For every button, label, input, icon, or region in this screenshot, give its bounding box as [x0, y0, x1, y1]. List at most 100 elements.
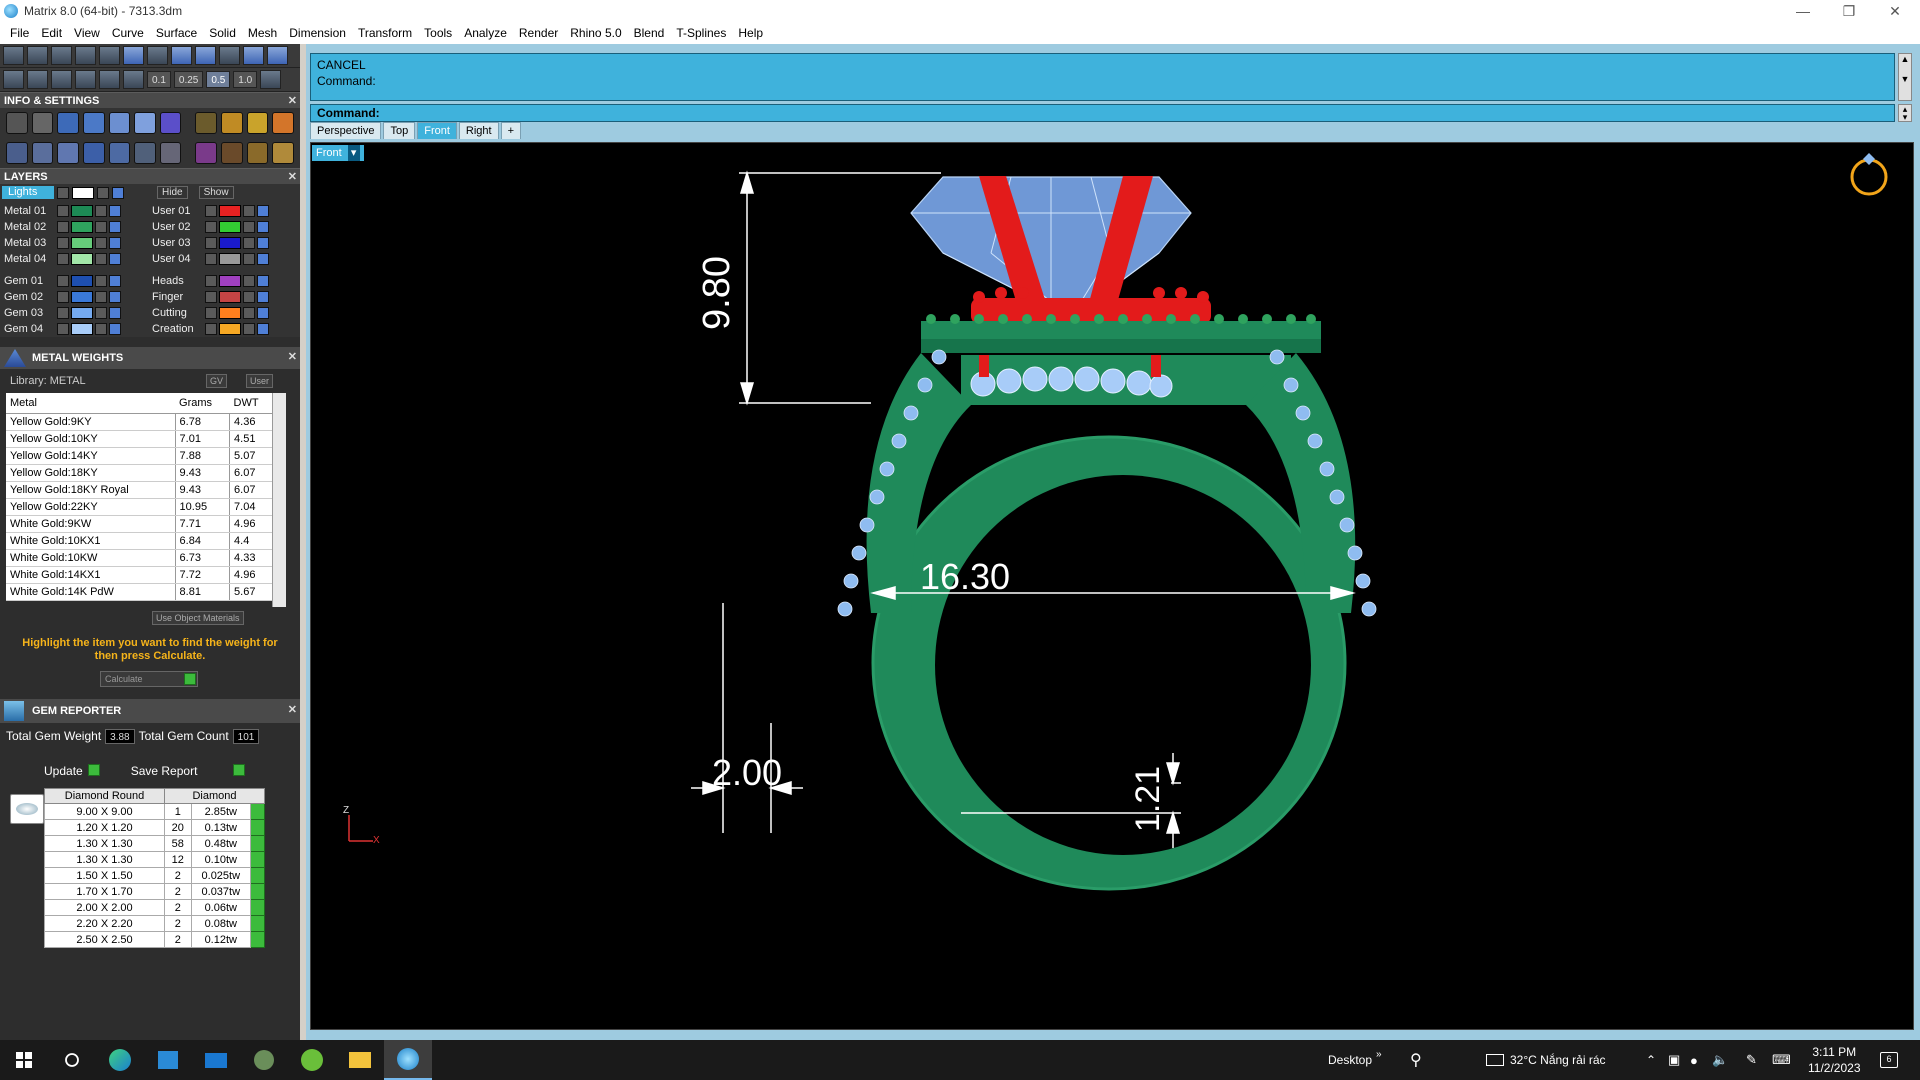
- center-diamond[interactable]: [910, 176, 1192, 319]
- snap-value-4[interactable]: 1.0: [233, 71, 258, 88]
- menu-item-t-splines[interactable]: T-Splines: [670, 26, 732, 40]
- browser-icon[interactable]: [288, 1040, 336, 1080]
- store-icon[interactable]: [144, 1040, 192, 1080]
- visibility-icon[interactable]: [257, 221, 269, 233]
- expand-icon[interactable]: [205, 205, 217, 217]
- tool-button[interactable]: [267, 46, 288, 65]
- layer-row[interactable]: Gem 04: [2, 321, 150, 337]
- metal-row[interactable]: White Gold:14K PdW 8.81 5.67: [6, 583, 274, 601]
- expand-icon[interactable]: [205, 323, 217, 335]
- layer-color-swatch[interactable]: [71, 307, 93, 319]
- gem-row[interactable]: 1.70 X 1.70 2 0.037tw: [44, 883, 265, 900]
- gem-row[interactable]: 2.50 X 2.50 2 0.12tw: [44, 931, 265, 948]
- tool-button[interactable]: [243, 46, 264, 65]
- snap-value-1[interactable]: 0.1: [147, 71, 171, 88]
- layer-row[interactable]: Cutting: [150, 305, 298, 321]
- matrix-taskbar-icon[interactable]: [384, 1040, 432, 1080]
- tool-button[interactable]: [123, 46, 144, 65]
- close-icon[interactable]: ✕: [288, 703, 297, 716]
- document-icon[interactable]: [108, 112, 131, 134]
- tool-button[interactable]: [75, 70, 96, 89]
- snap-value-2[interactable]: 0.25: [173, 71, 204, 88]
- layer-color-swatch[interactable]: [219, 205, 241, 217]
- menu-item-dimension[interactable]: Dimension: [283, 26, 352, 40]
- tool-button[interactable]: [147, 46, 168, 65]
- visibility-icon[interactable]: [109, 205, 121, 217]
- layer-row[interactable]: User 03: [150, 235, 298, 251]
- gem-row[interactable]: 1.30 X 1.30 58 0.48tw: [44, 835, 265, 852]
- close-icon[interactable]: ✕: [1872, 0, 1918, 22]
- user-toggle[interactable]: User: [246, 374, 274, 388]
- expand-icon[interactable]: [205, 291, 217, 303]
- tool-button[interactable]: [123, 70, 144, 89]
- box-icon[interactable]: [82, 142, 105, 164]
- menu-item-render[interactable]: Render: [513, 26, 564, 40]
- show-button[interactable]: Show: [198, 186, 234, 199]
- expand-icon[interactable]: [57, 186, 69, 199]
- layer-row[interactable]: User 01: [150, 203, 298, 219]
- gem-row[interactable]: 2.20 X 2.20 2 0.08tw: [44, 915, 265, 932]
- desktop-toolbar[interactable]: Desktop»: [1328, 1040, 1382, 1080]
- command-history-scrollbar[interactable]: ▲ ▼: [1898, 53, 1912, 101]
- network-icon[interactable]: ▣: [1668, 1040, 1680, 1080]
- select-gem-button[interactable]: [250, 851, 265, 868]
- metal-row[interactable]: Yellow Gold:9KY 6.78 4.36: [6, 413, 274, 431]
- metal-col-grams[interactable]: Grams: [175, 393, 230, 414]
- layers-icon[interactable]: [57, 112, 79, 134]
- lights-layer[interactable]: Lights: [2, 186, 54, 199]
- layer-row[interactable]: User 02: [150, 219, 298, 235]
- windows-start-icon[interactable]: [0, 1040, 48, 1080]
- front-viewport[interactable]: 9.80 16.30 2.00 1.21 Z X: [310, 142, 1914, 1030]
- menu-item-edit[interactable]: Edit: [35, 26, 68, 40]
- layer-color-swatch[interactable]: [219, 237, 241, 249]
- layer-row[interactable]: Gem 02: [2, 289, 150, 305]
- expand-icon[interactable]: [205, 275, 217, 287]
- expand-icon[interactable]: [57, 237, 69, 249]
- texture-icon[interactable]: [246, 112, 269, 134]
- viewport-layout-icon[interactable]: [6, 142, 28, 164]
- metal-col-metal[interactable]: Metal: [6, 393, 176, 414]
- visibility-icon[interactable]: [257, 307, 269, 319]
- lock-icon[interactable]: [95, 221, 107, 233]
- expand-icon[interactable]: [205, 221, 217, 233]
- scene-icon[interactable]: [272, 112, 295, 134]
- light-icon[interactable]: [246, 142, 269, 164]
- select-gem-button[interactable]: [250, 899, 265, 916]
- material-icon[interactable]: [221, 112, 243, 134]
- tab-front[interactable]: Front: [417, 122, 457, 139]
- pen-icon[interactable]: ✎: [1746, 1040, 1757, 1080]
- ring-model[interactable]: 9.80 16.30 2.00 1.21 Z X: [311, 143, 1915, 1031]
- gem-row[interactable]: 9.00 X 9.00 1 2.85tw: [44, 803, 265, 820]
- visibility-icon[interactable]: [109, 237, 121, 249]
- lock-icon[interactable]: [95, 323, 107, 335]
- close-icon[interactable]: ✕: [288, 169, 297, 185]
- visibility-icon[interactable]: [257, 323, 269, 335]
- metal-table-scrollbar[interactable]: [272, 393, 286, 607]
- metal-col-dwt[interactable]: DWT: [229, 393, 274, 414]
- lock-icon[interactable]: [95, 205, 107, 217]
- gem-row[interactable]: 1.30 X 1.30 12 0.10tw: [44, 851, 265, 868]
- menu-item-tools[interactable]: Tools: [418, 26, 458, 40]
- layer-color-swatch[interactable]: [219, 221, 241, 233]
- restore-icon[interactable]: ❐: [1826, 0, 1872, 22]
- expand-icon[interactable]: [57, 275, 69, 287]
- layer-color-swatch[interactable]: [71, 237, 93, 249]
- menu-item-curve[interactable]: Curve: [106, 26, 150, 40]
- metal-row[interactable]: Yellow Gold:14KY 7.88 5.07: [6, 447, 274, 465]
- layer-row[interactable]: Metal 03: [2, 235, 150, 251]
- expand-icon[interactable]: [205, 253, 217, 265]
- lock-icon[interactable]: [243, 253, 255, 265]
- layer-color-swatch[interactable]: [71, 253, 93, 265]
- visibility-icon[interactable]: [257, 205, 269, 217]
- pencil-icon[interactable]: [134, 112, 156, 134]
- menu-item-help[interactable]: Help: [732, 26, 769, 40]
- tab-right[interactable]: Right: [458, 122, 499, 139]
- render-icon[interactable]: [195, 112, 218, 134]
- layer-row[interactable]: Metal 02: [2, 219, 150, 235]
- people-icon[interactable]: ⚲: [1410, 1040, 1422, 1080]
- select-gem-button[interactable]: [250, 883, 265, 900]
- layer-color-swatch[interactable]: [219, 275, 241, 287]
- lock-icon[interactable]: [95, 291, 107, 303]
- lock-icon[interactable]: [243, 221, 255, 233]
- halo-band-top[interactable]: [921, 321, 1321, 339]
